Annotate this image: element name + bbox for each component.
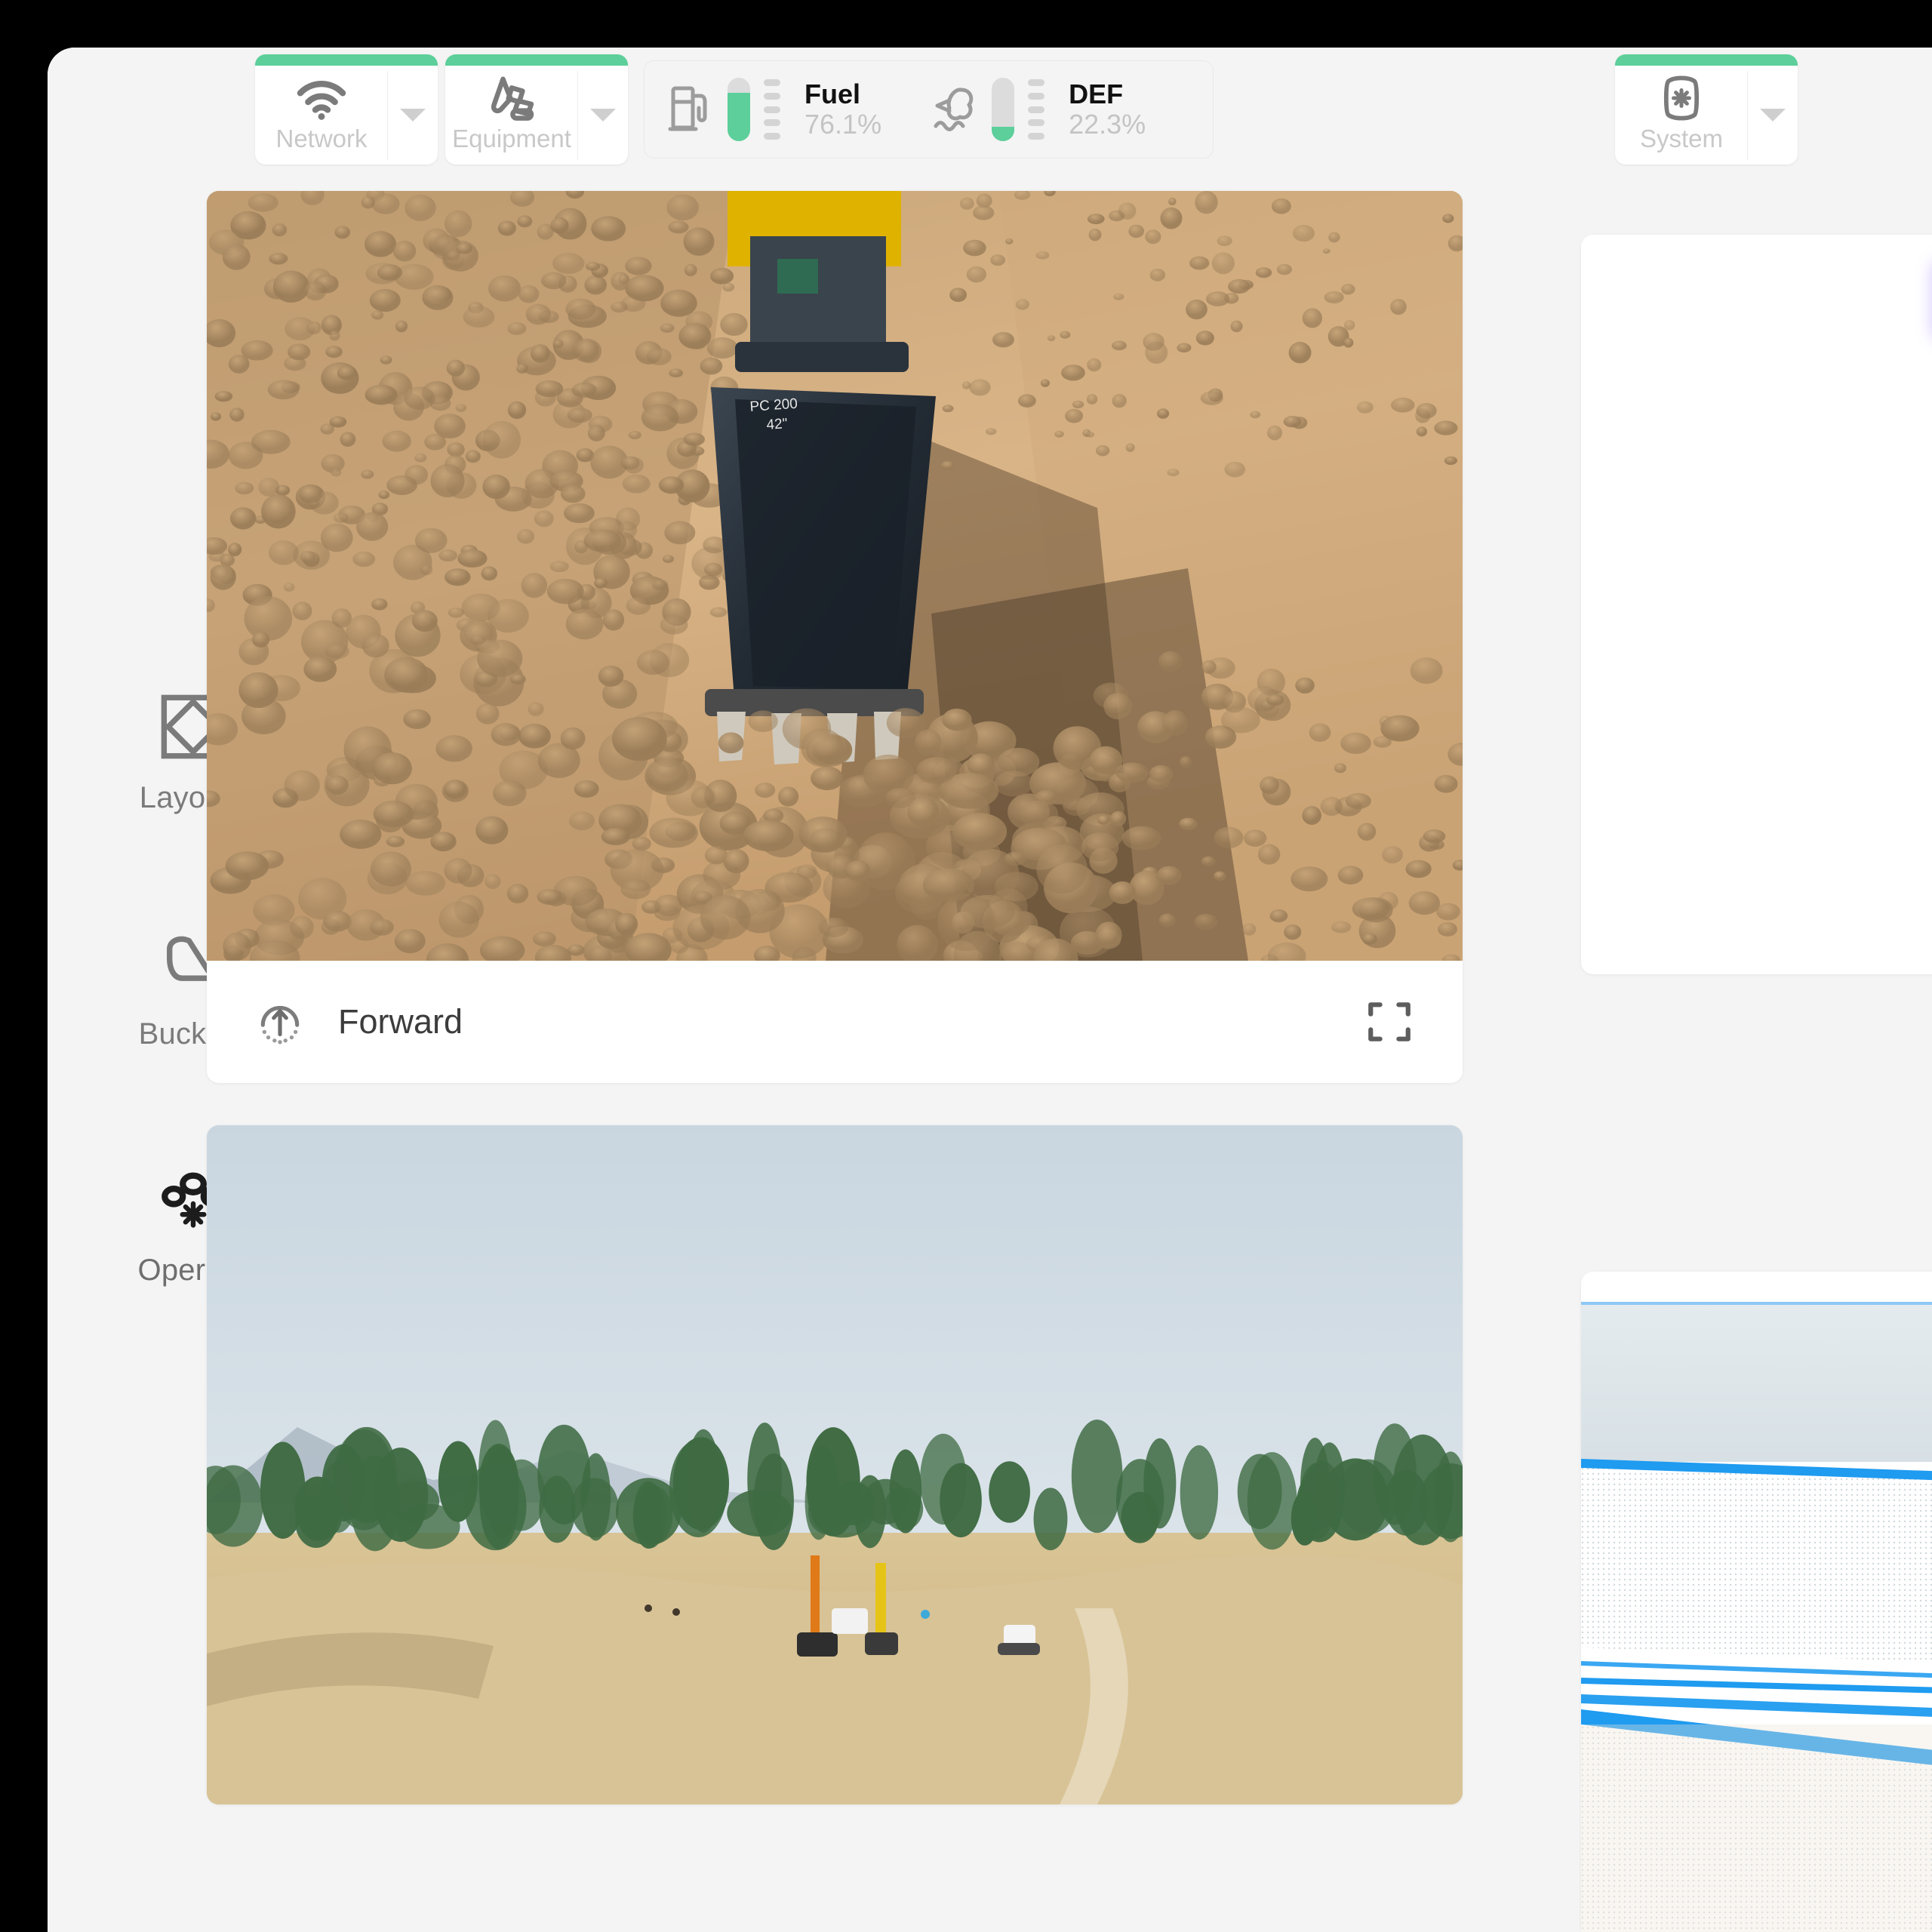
svg-text:42": 42" (766, 416, 788, 433)
app-window: Layouts Buckets Operate Network Equipmen… (48, 48, 1932, 1932)
camera-toolbar: Forward (207, 961, 1463, 1083)
status-chip-system-dropdown[interactable] (1748, 54, 1798, 165)
chevron-down-icon (400, 108, 426, 122)
status-chip-system-body[interactable]: System (1615, 54, 1748, 165)
status-chip-network-dropdown[interactable] (388, 54, 438, 165)
fuel-value: 76.1% (804, 109, 882, 140)
def-tick-marks (1028, 79, 1045, 140)
fuel-pump-icon (668, 86, 707, 131)
fuel-label: Fuel (804, 78, 861, 109)
fuel-readout: Fuel 76.1% (804, 78, 882, 140)
def-level-fill (992, 127, 1015, 141)
def-value: 22.3% (1069, 109, 1146, 140)
wifi-icon (297, 81, 346, 120)
fullscreen-expand-icon[interactable] (1364, 997, 1414, 1047)
camera-view-indicator: Forward (255, 997, 463, 1047)
camera-feed-image: PC 200 42" (207, 191, 1463, 961)
site-overview-card (207, 1125, 1463, 1804)
gauge-def: DEF 22.3% (930, 78, 1146, 141)
status-chip-equipment[interactable]: Equipment (445, 54, 628, 165)
exhaust-cloud-icon (934, 88, 974, 131)
status-chip-label: Network (275, 125, 368, 152)
svg-text:PC 200: PC 200 (749, 396, 798, 415)
status-chip-equipment-body[interactable]: Equipment (445, 54, 578, 165)
status-chip-label: Equipment (452, 125, 571, 152)
status-chip-network-body[interactable]: Network (255, 54, 388, 165)
camera-view-label: Forward (338, 1002, 463, 1041)
chevron-down-icon (590, 108, 616, 122)
status-chip-label: System (1639, 125, 1724, 152)
gauge-fuel: Fuel 76.1% (666, 78, 881, 141)
def-label: DEF (1069, 78, 1124, 109)
right-top-panel (1581, 235, 1932, 974)
status-chip-system[interactable]: System (1615, 54, 1798, 165)
top-status-bar: Network Equipment Fuel 76.1% DEF 22.3% S… (48, 48, 1932, 214)
site-plan-3d-view (1581, 1272, 1932, 1932)
fuel-level-fill (728, 93, 750, 141)
camera-forward-icon (260, 1005, 300, 1044)
fuel-level-tube (728, 78, 750, 141)
fluid-gauges-panel: Fuel 76.1% DEF 22.3% (644, 60, 1214, 158)
excavator-icon (491, 76, 534, 121)
site-landscape-scene (207, 1125, 1463, 1804)
chevron-down-icon (1760, 108, 1786, 122)
excavator-trench-scene: PC 200 42" (207, 191, 1463, 961)
site-overview-image (207, 1125, 1463, 1804)
status-chip-equipment-dropdown[interactable] (578, 54, 628, 165)
main-content: PC 200 42" Forward (207, 191, 1463, 1804)
def-level-tube (992, 78, 1015, 141)
fuel-tick-marks (764, 79, 780, 140)
camera-feed-card: PC 200 42" Forward (207, 191, 1463, 1083)
status-chip-network[interactable]: Network (255, 54, 438, 165)
right-bottom-panel (1581, 1272, 1932, 1932)
system-chip-icon (1663, 75, 1700, 121)
def-readout: DEF 22.3% (1069, 78, 1146, 140)
